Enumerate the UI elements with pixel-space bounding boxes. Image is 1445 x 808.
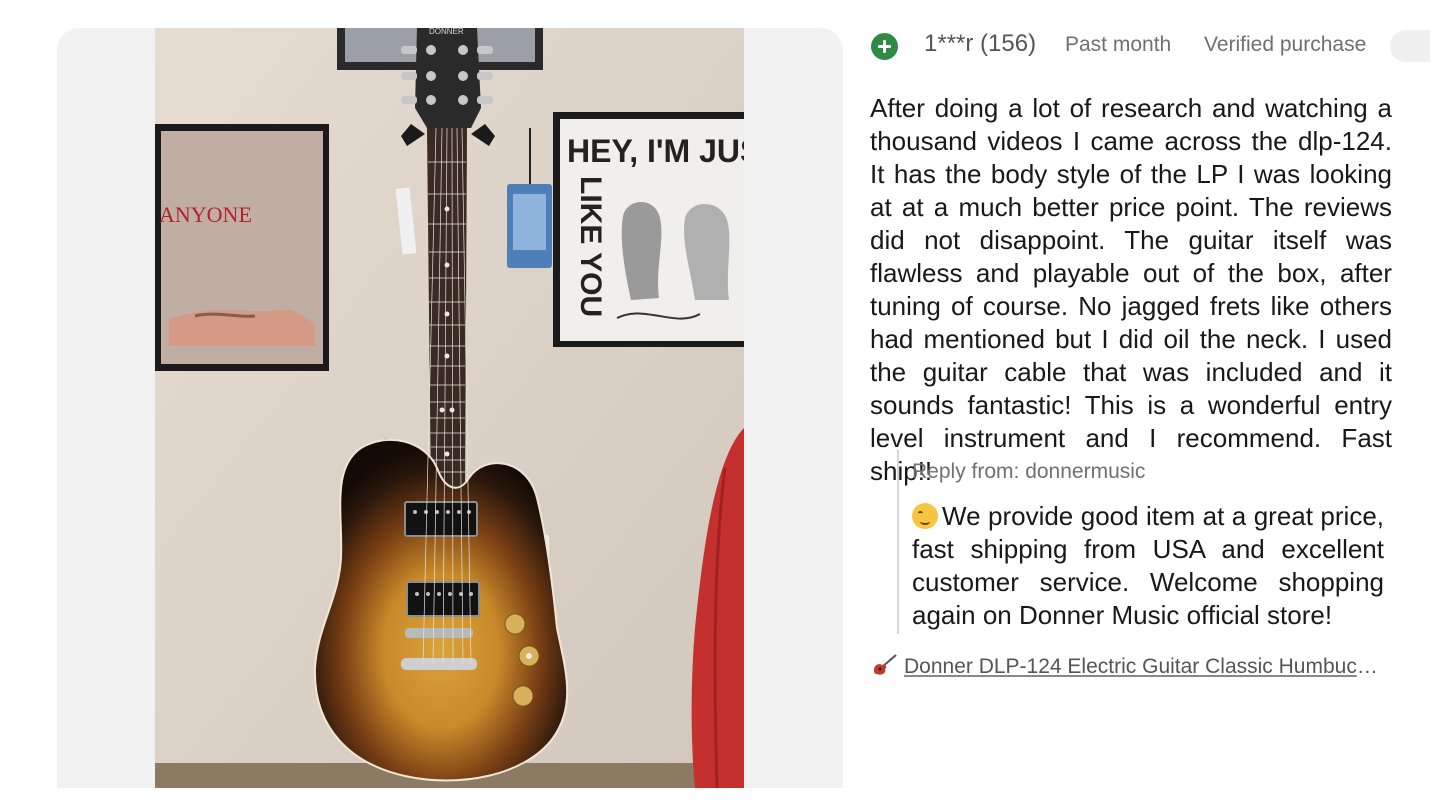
guitar-photo-image: ANYONE HEY, I'M JUST LIKE YOU [155, 28, 744, 788]
reviewer-name: 1***r (156) [924, 30, 1037, 57]
review-page: ANYONE HEY, I'M JUST LIKE YOU [0, 0, 1445, 808]
review-header: 1***r (156) Past month Verified purchase [870, 28, 1445, 64]
headstock-brand: DONNER [429, 28, 464, 36]
reply-body: We provide good item at a great price, f… [912, 500, 1384, 632]
review-photo[interactable]: ANYONE HEY, I'M JUST LIKE YOU [155, 28, 744, 788]
poster-left-title: ANYONE [159, 202, 252, 227]
poster-right-title: HEY, I'M JUST [567, 133, 744, 169]
review-card: 1***r (156) Past month Verified purchase… [870, 28, 1445, 808]
review-photo-panel[interactable]: ANYONE HEY, I'M JUST LIKE YOU [57, 28, 843, 788]
review-body: After doing a lot of research and watchi… [870, 93, 1392, 486]
poster-right-side-text: LIKE YOU [574, 176, 607, 317]
verified-purchase-badge: Verified purchase [1204, 33, 1367, 56]
more-button[interactable] [1390, 30, 1430, 62]
review-timeframe: Past month [1065, 33, 1172, 56]
plus-circle-icon[interactable] [871, 33, 898, 60]
wink-emoji-icon [912, 503, 938, 529]
product-link[interactable]: Donner DLP-124 Electric Guitar Classic H… [872, 654, 1388, 679]
reply-label: Reply from: donnermusic [912, 460, 1146, 483]
product-title: Donner DLP-124 Electric Guitar Classic H… [904, 655, 1388, 678]
guitar-icon [874, 654, 897, 675]
seller-reply: Reply from: donnermusic We provide good … [897, 450, 1387, 634]
reply-text: We provide good item at a great price, f… [912, 501, 1384, 630]
